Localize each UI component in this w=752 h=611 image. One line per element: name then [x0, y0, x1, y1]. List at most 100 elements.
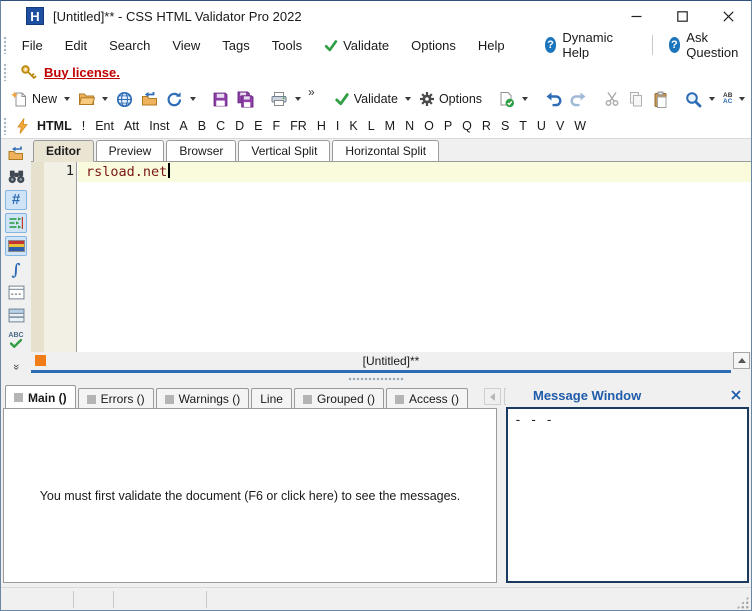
special-characters-button[interactable]: ∫	[5, 259, 27, 280]
import-button[interactable]	[137, 88, 162, 110]
spellcheck-icon: ABC	[8, 332, 23, 348]
tab-editor[interactable]: Editor	[33, 140, 94, 162]
tag-o[interactable]: O	[419, 116, 439, 136]
formatting-marks-toggle[interactable]	[5, 213, 27, 233]
tag-e[interactable]: E	[249, 116, 267, 136]
tag-k[interactable]: K	[344, 116, 362, 136]
options-button[interactable]: Options	[415, 88, 486, 110]
open-button[interactable]	[74, 88, 112, 110]
tag-r[interactable]: R	[477, 116, 496, 136]
tab-errors[interactable]: Errors ()	[78, 388, 154, 409]
results-content[interactable]: You must first validate the document (F6…	[3, 408, 497, 583]
tag-p[interactable]: P	[439, 116, 457, 136]
copy-button[interactable]	[624, 88, 648, 110]
menu-tags[interactable]: Tags	[211, 34, 260, 57]
tag-a[interactable]: A	[174, 116, 192, 136]
menu-validate[interactable]: Validate	[313, 34, 400, 57]
single-window-button[interactable]	[5, 283, 27, 303]
buy-license-link[interactable]: Buy license.	[44, 65, 120, 80]
menu-help-label: Help	[478, 38, 505, 53]
tag-att[interactable]: Att	[119, 116, 144, 136]
modified-indicator	[35, 355, 46, 366]
tag-m[interactable]: M	[380, 116, 400, 136]
message-window-content[interactable]: - - -	[506, 407, 749, 583]
tag-inst[interactable]: Inst	[144, 116, 174, 136]
spell-check-button[interactable]: ABC	[5, 328, 27, 352]
tab-warnings[interactable]: Warnings ()	[156, 388, 250, 409]
side-toolbar-overflow[interactable]: »	[10, 364, 22, 370]
reload-button[interactable]	[162, 88, 200, 111]
document-tab-bar[interactable]: [Untitled]**	[31, 352, 751, 370]
toolbar-overflow-button[interactable]: »	[305, 85, 318, 99]
resize-grip[interactable]	[736, 596, 749, 609]
code-editor[interactable]: 1 rsload.net	[31, 162, 751, 352]
save-button[interactable]	[208, 88, 233, 111]
code-line[interactable]: rsload.net	[86, 163, 170, 180]
open-url-button[interactable]	[112, 88, 137, 111]
replace-icon: AB AC	[723, 93, 732, 106]
tag-n[interactable]: N	[400, 116, 419, 136]
new-button[interactable]: New	[7, 88, 74, 111]
tag-fr[interactable]: FR	[285, 116, 312, 136]
tag-html[interactable]: HTML	[31, 116, 77, 136]
redo-button[interactable]	[566, 88, 592, 110]
tagbar-grip[interactable]	[3, 117, 8, 135]
search-button[interactable]	[681, 88, 719, 111]
bottom-panels: Main () Errors () Warnings () Line Group…	[1, 384, 751, 584]
print-button[interactable]	[266, 88, 305, 110]
line-numbers-toggle[interactable]: #	[5, 190, 27, 210]
menu-search[interactable]: Search	[98, 34, 161, 57]
tag-v[interactable]: V	[551, 116, 569, 136]
tag-q[interactable]: Q	[457, 116, 477, 136]
menu-edit[interactable]: Edit	[54, 34, 98, 57]
tag-t[interactable]: T	[514, 116, 532, 136]
tag-c[interactable]: C	[211, 116, 230, 136]
cut-button[interactable]	[600, 88, 624, 110]
open-recent-button[interactable]	[5, 144, 27, 164]
message-window-close-button[interactable]	[731, 388, 741, 403]
validate-button[interactable]: Validate	[330, 89, 415, 109]
tab-grouped[interactable]: Grouped ()	[294, 388, 384, 409]
tag-ent[interactable]: Ent	[90, 116, 119, 136]
tag-u[interactable]: U	[532, 116, 551, 136]
prev-tab-button[interactable]	[484, 388, 501, 405]
statusbar-separator	[73, 591, 74, 608]
tag-i[interactable]: I	[331, 116, 344, 136]
options-label: Options	[439, 92, 482, 106]
menu-help[interactable]: Help	[467, 34, 516, 57]
tab-horizontal-split[interactable]: Horizontal Split	[332, 140, 439, 161]
split-window-button[interactable]	[5, 305, 27, 325]
menu-options[interactable]: Options	[400, 34, 467, 57]
tag-b[interactable]: B	[193, 116, 211, 136]
find-in-files-button[interactable]	[5, 167, 27, 187]
tab-preview[interactable]: Preview	[96, 140, 165, 161]
tag-l[interactable]: L	[363, 116, 380, 136]
tag-w[interactable]: W	[569, 116, 591, 136]
tab-vertical-split[interactable]: Vertical Split	[238, 140, 330, 161]
save-all-button[interactable]	[233, 88, 258, 111]
menubar-grip[interactable]	[3, 36, 7, 54]
tab-line[interactable]: Line	[251, 388, 292, 409]
menu-view[interactable]: View	[161, 34, 211, 57]
tag-d[interactable]: D	[230, 116, 249, 136]
tag-f[interactable]: F	[268, 116, 286, 136]
paste-button[interactable]	[648, 88, 673, 111]
copy-icon	[628, 91, 644, 107]
undo-button[interactable]	[540, 88, 566, 110]
tag-h[interactable]: H	[312, 116, 331, 136]
tag-doctype[interactable]: !	[77, 116, 90, 136]
tag-s[interactable]: S	[496, 116, 514, 136]
licensebar-grip[interactable]	[3, 63, 8, 81]
tab-browser[interactable]: Browser	[166, 140, 236, 161]
tab-main[interactable]: Main ()	[5, 385, 76, 410]
up-arrow-icon	[738, 358, 746, 363]
replace-button[interactable]: AB AC	[719, 90, 749, 109]
scroll-up-button[interactable]	[733, 352, 750, 369]
horizontal-splitter[interactable]	[1, 373, 751, 384]
menu-file[interactable]: File	[11, 34, 54, 57]
validate-file-button[interactable]	[494, 88, 532, 111]
menu-tools[interactable]: Tools	[261, 34, 313, 57]
replace-icon-bottom: AC	[723, 99, 732, 106]
tab-access[interactable]: Access ()	[386, 388, 468, 409]
language-flag-toggle[interactable]	[5, 236, 27, 256]
